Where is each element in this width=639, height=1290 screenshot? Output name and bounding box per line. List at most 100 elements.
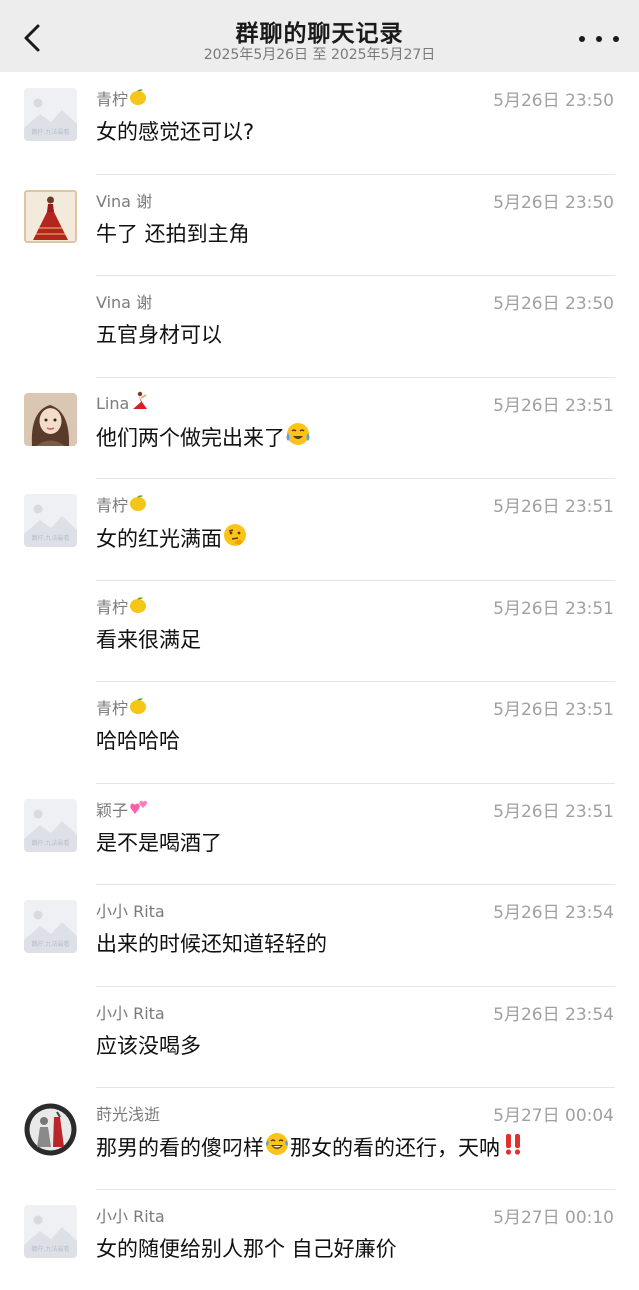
sender-name[interactable]: 青柠 <box>96 86 148 111</box>
message-text-content: 他们两个做完出来了 <box>96 426 285 450</box>
message-time: 5月26日 23:51 <box>493 391 614 416</box>
message-divider <box>96 1087 615 1088</box>
message-item[interactable]: 青柠 5月26日 23:51 哈哈哈哈 <box>0 681 639 783</box>
tears-of-joy-icon <box>264 1131 290 1162</box>
message-time: 5月27日 00:04 <box>493 1101 614 1126</box>
svg-text:鵝柠.九法最看: 鵝柠.九法最看 <box>32 940 70 948</box>
more-dot-icon <box>613 36 619 42</box>
message-text-content: 五官身材可以 <box>96 323 222 347</box>
sender-name-text: 青柠 <box>96 90 128 109</box>
sender-name-text: 颖子 <box>96 801 128 820</box>
message-divider <box>96 986 615 987</box>
hearts-icon <box>128 798 150 822</box>
lemon-icon <box>128 493 148 517</box>
message-text: 出来的时候还知道轻轻的 <box>96 928 327 958</box>
message-text-content: 应该没喝多 <box>96 1034 201 1058</box>
more-dot-icon <box>596 36 602 42</box>
sender-name[interactable]: 青柠 <box>96 492 148 517</box>
message-time: 5月27日 00:10 <box>493 1203 614 1228</box>
message-divider <box>96 783 615 784</box>
lemon-icon <box>128 87 148 111</box>
message-time: 5月26日 23:54 <box>493 1000 614 1025</box>
message-time: 5月26日 23:50 <box>493 289 614 314</box>
message-item[interactable]: 鵝柠.九法最看 青柠 5月26日 23:50 女的感觉还可以? <box>0 72 639 174</box>
message-time: 5月26日 23:51 <box>493 695 614 720</box>
message-item[interactable]: Vina 谢 5月26日 23:50 牛了 还拍到主角 <box>0 174 639 276</box>
sender-name-text: 莳光浅逝 <box>96 1105 160 1124</box>
message-text-content: 是不是喝酒了 <box>96 831 222 855</box>
avatar[interactable]: 鵝柠.九法最看 <box>24 799 77 852</box>
sender-name-text: Vina 谢 <box>96 192 152 211</box>
message-text: 是不是喝酒了 <box>96 827 222 857</box>
sender-name[interactable]: 小小 Rita <box>96 1000 165 1024</box>
message-text: 牛了 还拍到主角 <box>96 218 250 248</box>
message-item[interactable]: 鵝柠.九法最看 颖子 5月26日 23:51 是不是喝酒了 <box>0 783 639 885</box>
sender-name-text: 小小 Rita <box>96 1207 165 1226</box>
more-dot-icon <box>579 36 585 42</box>
sender-name[interactable]: 莳光浅逝 <box>96 1101 160 1125</box>
sender-name-text: 青柠 <box>96 598 128 617</box>
sender-name-text: Lina <box>96 394 129 413</box>
avatar[interactable]: 鵝柠.九法最看 <box>24 900 77 953</box>
message-item[interactable]: 鵝柠.九法最看 小小 Rita 5月27日 00:10 女的随便给别人那个 自己好廉价 <box>0 1189 639 1290</box>
lemon-icon <box>128 696 148 720</box>
sender-name[interactable]: Vina 谢 <box>96 188 152 212</box>
page-title: 群聊的聊天记录 <box>0 14 639 48</box>
message-divider <box>96 275 615 276</box>
message-item[interactable]: 小小 Rita 5月26日 23:54 应该没喝多 <box>0 986 639 1088</box>
message-divider <box>96 580 615 581</box>
message-text: 五官身材可以 <box>96 319 222 349</box>
double-exclamation-icon <box>500 1131 526 1162</box>
message-item[interactable]: 青柠5月26日 23:51看来很满足 <box>0 580 639 682</box>
message-time: 5月26日 23:50 <box>493 188 614 213</box>
chat-history-header: 群聊的聊天记录 2025年5月26日 至 2025年5月27日 <box>0 0 639 72</box>
more-options-button[interactable] <box>579 24 619 54</box>
avatar[interactable]: 鵝柠.九法最看 <box>24 88 77 141</box>
sender-name[interactable]: 小小 Rita <box>96 898 165 922</box>
message-text-content: 女的红光满面 <box>96 527 222 551</box>
message-text: 那男的看的傻叼样 那女的看的还行，天呐 <box>96 1131 526 1162</box>
message-text: 看来很满足 <box>96 624 201 654</box>
message-text-content: 牛了 还拍到主角 <box>96 222 250 246</box>
svg-text:鵝柠.九法最看: 鵝柠.九法最看 <box>32 534 70 542</box>
sender-name-text: 青柠 <box>96 496 128 515</box>
avatar[interactable] <box>24 190 77 243</box>
message-text: 女的随便给别人那个 自己好廉价 <box>96 1233 397 1263</box>
message-item[interactable]: 鵝柠.九法最看 小小 Rita 5月26日 23:54 出来的时候还知道轻轻的 <box>0 884 639 986</box>
sender-name[interactable]: Lina <box>96 391 149 415</box>
message-item[interactable]: Lina 5月26日 23:51 他们两个做完出来了 <box>0 377 639 479</box>
message-text-content: 那男的看的傻叼样 <box>96 1136 264 1160</box>
message-time: 5月26日 23:54 <box>493 898 614 923</box>
message-item[interactable]: Vina 谢 5月26日 23:50 五官身材可以 <box>0 275 639 377</box>
avatar[interactable]: 鵝柠.九法最看 <box>24 1205 77 1258</box>
message-divider <box>96 174 615 175</box>
sender-name-text: Vina 谢 <box>96 293 152 312</box>
message-text: 女的红光满面 <box>96 522 248 553</box>
message-time: 5月26日 23:50 <box>493 86 614 111</box>
message-text-content: 那女的看的还行，天呐 <box>290 1136 500 1160</box>
message-text: 应该没喝多 <box>96 1030 201 1060</box>
crying-laugh-icon <box>285 421 311 452</box>
message-time: 5月26日 23:51 <box>493 797 614 822</box>
sender-name[interactable]: 青柠 <box>96 594 148 619</box>
sender-name[interactable]: 小小 Rita <box>96 1203 165 1227</box>
avatar[interactable] <box>24 1103 77 1156</box>
svg-text:鵝柠.九法最看: 鵝柠.九法最看 <box>32 839 70 847</box>
sender-name-text: 青柠 <box>96 699 128 718</box>
svg-text:鵝柠.九法最看: 鵝柠.九法最看 <box>32 128 70 136</box>
message-divider <box>96 377 615 378</box>
sender-name[interactable]: 颖子 <box>96 797 150 822</box>
avatar[interactable] <box>24 393 77 446</box>
message-item[interactable]: 鵝柠.九法最看青柠5月26日 23:51女的红光满面 <box>0 478 639 580</box>
sender-name[interactable]: Vina 谢 <box>96 289 152 313</box>
message-text-content: 女的感觉还可以? <box>96 120 254 144</box>
message-list[interactable]: 鵝柠.九法最看青柠5月26日 23:50女的感觉还可以?Vina 谢5月26日 … <box>0 72 639 1290</box>
dancer-icon <box>129 391 149 415</box>
message-divider <box>96 681 615 682</box>
message-text-content: 哈哈哈哈 <box>96 729 180 753</box>
thinking-icon <box>222 522 248 553</box>
svg-text:鵝柠.九法最看: 鵝柠.九法最看 <box>32 1245 70 1253</box>
sender-name[interactable]: 青柠 <box>96 695 148 720</box>
avatar[interactable]: 鵝柠.九法最看 <box>24 494 77 547</box>
message-item[interactable]: 莳光浅逝 5月27日 00:04 那男的看的傻叼样 那女的看的还行，天呐 <box>0 1087 639 1189</box>
